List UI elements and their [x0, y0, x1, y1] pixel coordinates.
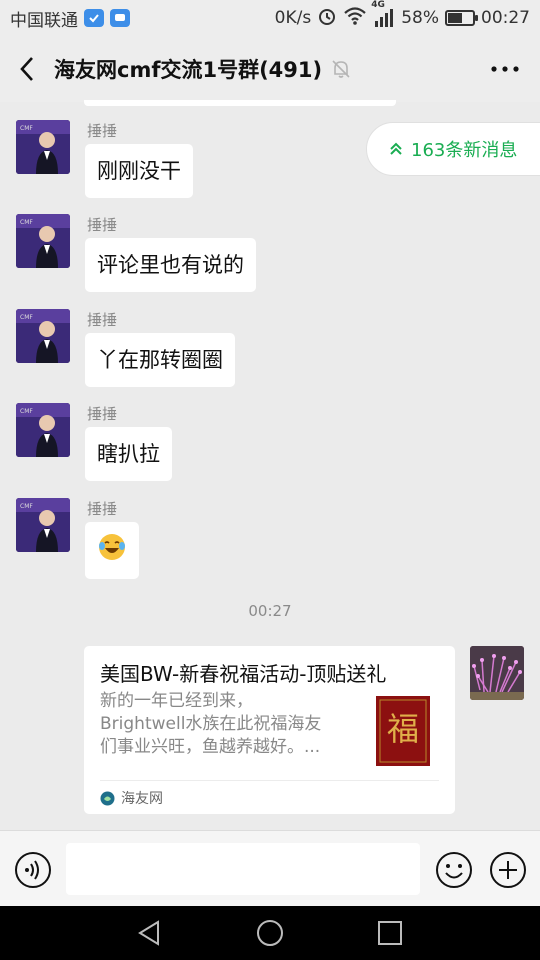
avatar[interactable]: CMF: [16, 403, 70, 457]
message-bubble[interactable]: 丫在那转圈圈: [85, 333, 235, 387]
divider: [100, 780, 439, 781]
sender-name: 捶捶: [87, 405, 118, 423]
link-card-thumbnail: 福: [376, 696, 430, 766]
signal-icon: 4G: [371, 0, 395, 28]
svg-text:CMF: CMF: [20, 219, 33, 226]
avatar[interactable]: CMF: [16, 309, 70, 363]
site-logo-icon: [100, 791, 115, 806]
network-speed: 0K/s: [274, 8, 312, 28]
carrier-label: 中国联通: [10, 10, 78, 31]
sender-name: 捶捶: [87, 122, 118, 140]
sender-name: 捶捶: [87, 500, 118, 518]
nav-home-button[interactable]: [256, 919, 284, 947]
voice-icon: [15, 852, 51, 888]
system-nav-bar: [0, 906, 540, 960]
input-bar: [0, 830, 540, 906]
laughing-crying-emoji-icon: [99, 534, 125, 560]
link-card-title: 美国BW-新春祝福活动-顶贴送礼: [100, 662, 387, 686]
message-bubble[interactable]: 刚刚没干: [85, 144, 193, 198]
partial-message-bubble: [84, 100, 396, 106]
svg-text:CMF: CMF: [20, 408, 33, 415]
alarm-icon: [317, 6, 337, 31]
clock: 00:27: [481, 8, 530, 28]
square-recents-icon: [378, 921, 402, 945]
link-card-description: 新的一年已经到来， Brightwell水族在此祝福海友 们事业兴旺，鱼越养越好…: [100, 691, 322, 757]
message-notification-icon: [110, 9, 130, 27]
message-bubble[interactable]: 评论里也有说的: [85, 238, 256, 292]
sender-name: 捶捶: [87, 311, 118, 329]
new-messages-label: 163条新消息: [411, 140, 518, 161]
avatar[interactable]: CMF: [16, 214, 70, 268]
circle-home-icon: [257, 920, 283, 946]
double-chevron-up-icon: [389, 141, 403, 157]
self-avatar[interactable]: [470, 646, 524, 700]
plus-icon: [490, 852, 526, 888]
avatar[interactable]: CMF: [16, 498, 70, 552]
sender-name: 捶捶: [87, 216, 118, 234]
svg-text:CMF: CMF: [20, 125, 33, 132]
chevron-left-icon: [20, 57, 33, 81]
svg-text:CMF: CMF: [20, 314, 33, 321]
nav-recents-button[interactable]: [376, 919, 404, 947]
new-messages-button[interactable]: 163条新消息: [366, 122, 540, 176]
time-divider: 00:27: [248, 602, 292, 620]
mute-bell-icon: [330, 58, 352, 80]
avatar[interactable]: CMF: [16, 120, 70, 174]
more-functions-button[interactable]: [489, 851, 527, 889]
link-card[interactable]: 美国BW-新春祝福活动-顶贴送礼 新的一年已经到来， Brightwell水族在…: [84, 646, 455, 814]
emoji-button[interactable]: [435, 851, 473, 889]
status-bar: 中国联通 0K/s 4G 58% 00:27: [0, 0, 540, 36]
message-bubble[interactable]: 瞎扒拉: [85, 427, 172, 481]
link-card-source: 海友网: [100, 788, 163, 808]
message-input[interactable]: [66, 843, 420, 895]
battery-percent: 58%: [401, 8, 439, 28]
triangle-back-icon: [138, 920, 159, 946]
nav-back-button[interactable]: [136, 919, 164, 947]
chat-header: 海友网cmf交流1号群(491): [0, 36, 540, 102]
smiley-icon: [436, 852, 472, 888]
svg-text:CMF: CMF: [20, 503, 33, 510]
chat-title[interactable]: 海友网cmf交流1号群(491): [54, 54, 322, 84]
wifi-icon: [343, 6, 367, 31]
app-notification-icon: [84, 9, 104, 27]
back-button[interactable]: [0, 36, 54, 102]
more-icon: [491, 66, 519, 72]
battery-icon: [445, 10, 478, 26]
more-options-button[interactable]: [470, 36, 540, 102]
message-bubble[interactable]: [85, 522, 139, 579]
svg-text:福: 福: [387, 710, 419, 748]
voice-input-button[interactable]: [14, 851, 52, 889]
